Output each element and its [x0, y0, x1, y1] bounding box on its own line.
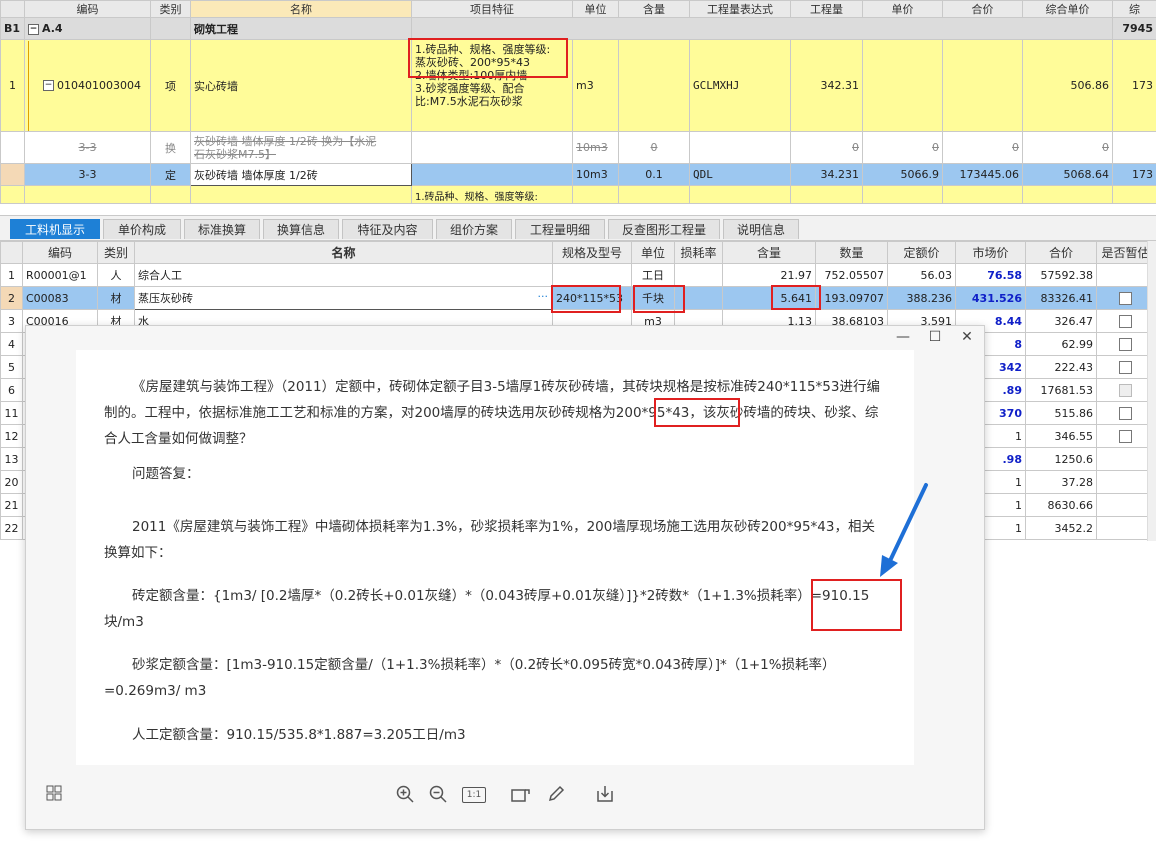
table-row[interactable]: 1 R00001@1 人 综合人工 工日 21.97 752.05507 56.…	[0, 263, 1156, 287]
col-unit[interactable]: 单位	[572, 0, 619, 18]
col-features[interactable]: 项目特征	[411, 0, 573, 18]
tab-quantity-detail[interactable]: 工程量明细	[515, 219, 605, 239]
provisional-checkbox[interactable]	[1119, 383, 1132, 397]
col-content[interactable]: 含量	[618, 0, 690, 18]
grid-header-row: 编码 类别 名称 项目特征 单位 含量 工程量表达式 工程量 单价 合价 综合单…	[0, 0, 1156, 18]
image-viewer-window: — ☐ ✕ 《房屋建筑与装饰工程》（2011）定额中，砖砌体定额子目3-5墙厚1…	[25, 325, 985, 830]
maximize-icon[interactable]: ☐	[926, 328, 944, 346]
rcol-loss[interactable]: 损耗率	[674, 241, 723, 264]
grid-scrollbar[interactable]	[1147, 241, 1156, 541]
col-qty[interactable]: 工程量	[790, 0, 863, 18]
resource-name-cell[interactable]: 蒸压灰砂砖 ···	[134, 286, 553, 310]
minimize-icon[interactable]: —	[894, 328, 912, 346]
rcol-provisional[interactable]: 是否暂估	[1096, 241, 1155, 264]
quota-row-selected[interactable]: 3-3 定 灰砂砖墙 墙体厚度 1/2砖 10m3 0.1 QDL 34.231…	[0, 163, 1156, 186]
rcol-total[interactable]: 合价	[1025, 241, 1097, 264]
col-code[interactable]: 编码	[24, 0, 151, 18]
tab-pricing-plan[interactable]: 组价方案	[436, 219, 512, 239]
rcol-quota-price[interactable]: 定额价	[887, 241, 956, 264]
bill-item-row-partial[interactable]: 1.砖品种、规格、强度等级:	[0, 185, 1156, 204]
viewer-image: 《房屋建筑与装饰工程》（2011）定额中，砖砌体定额子目3-5墙厚1砖灰砂砖墙，…	[76, 350, 914, 765]
section-row[interactable]: B1 − A.4 砌筑工程 7945	[0, 17, 1156, 40]
download-icon[interactable]	[595, 785, 615, 805]
collapse-icon[interactable]: −	[43, 80, 54, 91]
resource-header-row: 编码 类别 名称 规格及型号 单位 损耗率 含量 数量 定额价 市场价 合价 是…	[0, 241, 1156, 264]
rcol-market-price[interactable]: 市场价	[955, 241, 1026, 264]
rcol-name[interactable]: 名称	[134, 241, 553, 264]
detail-tabs: 工料机显示 单价构成 标准换算 换算信息 特征及内容 组价方案 工程量明细 反查…	[0, 215, 1156, 241]
doc-paragraph: 问题答复：	[132, 466, 200, 482]
bill-items-grid: 编码 类别 名称 项目特征 单位 含量 工程量表达式 工程量 单价 合价 综合单…	[0, 0, 1156, 204]
doc-paragraph: 砖定额含量：{1m3/ [0.2墙厚*（0.2砖长+0.01灰缝）*（0.043…	[104, 588, 870, 630]
rcol-content[interactable]: 含量	[722, 241, 816, 264]
col-type[interactable]: 类别	[150, 0, 191, 18]
tab-unit-price[interactable]: 单价构成	[103, 219, 181, 239]
col-total[interactable]: 合价	[942, 0, 1023, 18]
table-row-selected[interactable]: 2 C00083 材 蒸压灰砂砖 ··· 240*115*53 千块 5.641 …	[0, 286, 1156, 310]
rcol-qty[interactable]: 数量	[815, 241, 888, 264]
provisional-checkbox[interactable]	[1119, 291, 1132, 305]
tab-labor-material-machine[interactable]: 工料机显示	[10, 219, 100, 239]
close-icon[interactable]: ✕	[958, 328, 976, 346]
tab-standard-conversion[interactable]: 标准换算	[184, 219, 260, 239]
doc-paragraph: 砂浆定额含量：[1m3-910.15定额含量/（1+1.3%损耗率）*（0.2砖…	[104, 657, 836, 699]
rcol-unit[interactable]: 单位	[631, 241, 675, 264]
tab-description[interactable]: 说明信息	[723, 219, 799, 239]
doc-paragraph: 人工定额含量：910.15/535.8*1.887=3.205工日/m3	[132, 727, 466, 743]
tab-reverse-lookup[interactable]: 反查图形工程量	[608, 219, 720, 239]
arrow-annotation	[880, 483, 928, 577]
rcol-type[interactable]: 类别	[97, 241, 135, 264]
provisional-checkbox[interactable]	[1119, 337, 1132, 351]
zoom-out-icon[interactable]	[428, 785, 448, 805]
replaced-quota-row[interactable]: 3-3 换 灰砂砖墙 墙体厚度 1/2砖 换为【水泥 石灰砂浆M7.5】 10m…	[0, 131, 1156, 164]
rotate-icon[interactable]	[511, 785, 531, 805]
zoom-in-icon[interactable]	[395, 785, 415, 805]
col-comp-total[interactable]: 综	[1112, 0, 1156, 18]
actual-size-button[interactable]: 1:1	[462, 787, 486, 803]
grid-view-icon[interactable]	[44, 785, 64, 805]
more-icon[interactable]: ···	[538, 290, 549, 303]
tab-features[interactable]: 特征及内容	[342, 219, 433, 239]
bill-item-row[interactable]: 1 −010401003004 项 实心砖墙 1.砖品种、规格、强度等级: 蒸灰…	[0, 39, 1156, 132]
col-comp-price[interactable]: 综合单价	[1022, 0, 1113, 18]
provisional-checkbox[interactable]	[1119, 360, 1132, 374]
provisional-checkbox[interactable]	[1119, 314, 1132, 328]
provisional-checkbox[interactable]	[1119, 406, 1132, 420]
doc-paragraph: 《房屋建筑与装饰工程》（2011）定额中，砖砌体定额子目3-5墙厚1砖灰砂砖墙，…	[104, 379, 880, 447]
tab-conversion-info[interactable]: 换算信息	[263, 219, 339, 239]
collapse-icon[interactable]: −	[28, 23, 39, 35]
col-price[interactable]: 单价	[862, 0, 943, 18]
edit-pencil-icon[interactable]	[546, 785, 566, 805]
provisional-checkbox[interactable]	[1119, 429, 1132, 443]
rcol-code[interactable]: 编码	[22, 241, 98, 264]
quota-name-cell[interactable]: 灰砂砖墙 墙体厚度 1/2砖	[190, 163, 412, 186]
col-name[interactable]: 名称	[190, 0, 412, 18]
doc-paragraph: 2011《房屋建筑与装饰工程》中墙砌体损耗率为1.3%，砂浆损耗率为1%，200…	[104, 519, 875, 561]
rcol-spec[interactable]: 规格及型号	[552, 241, 632, 264]
col-expr[interactable]: 工程量表达式	[689, 0, 791, 18]
item-features[interactable]: 1.砖品种、规格、强度等级: 蒸灰砂砖、200*95*43 2.墙体类型:100…	[411, 39, 573, 132]
